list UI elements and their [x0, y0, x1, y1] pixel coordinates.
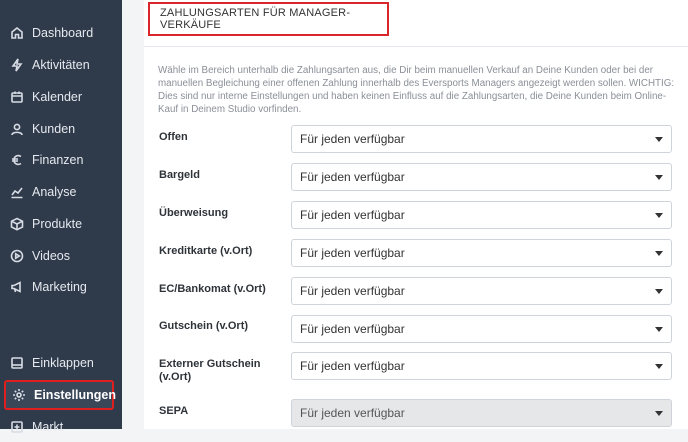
sidebar-item-videos[interactable]: Videos	[0, 241, 122, 271]
select-bargeld[interactable]: Für jeden verfügbar	[291, 163, 672, 191]
sidebar-item-label: Einstellungen	[34, 388, 116, 402]
sidebar: Dashboard Aktivitäten Kalender Kunden Fi…	[0, 0, 122, 434]
sidebar-item-finanzen[interactable]: Finanzen	[0, 145, 122, 175]
play-circle-icon	[10, 249, 24, 263]
gear-icon	[12, 388, 26, 402]
sidebar-item-label: Markt	[32, 420, 64, 434]
sidebar-item-marketing[interactable]: Marketing	[0, 272, 122, 302]
caret-down-icon	[655, 137, 663, 142]
caret-down-icon	[655, 213, 663, 218]
sidebar-item-label: Einklappen	[32, 356, 94, 370]
sidebar-item-label: Produkte	[32, 217, 83, 231]
sidebar-item-einstellungen[interactable]: Einstellungen	[4, 380, 116, 410]
select-value: Für jeden verfügbar	[300, 359, 405, 373]
caret-down-icon	[655, 289, 663, 294]
select-value: Für jeden verfügbar	[300, 132, 405, 146]
select-ueberweisung[interactable]: Für jeden verfügbar	[291, 201, 672, 229]
caret-down-icon	[655, 251, 663, 256]
row-label-offen: Offen	[159, 131, 188, 143]
calendar-icon	[10, 90, 24, 104]
chart-line-icon	[10, 185, 24, 199]
caret-down-icon	[655, 175, 663, 180]
sidebar-item-analyse[interactable]: Analyse	[0, 177, 122, 207]
home-icon	[10, 26, 24, 40]
row-label-gutschein: Gutschein (v.Ort)	[159, 320, 249, 332]
caret-down-icon	[655, 411, 663, 416]
sidebar-item-label: Aktivitäten	[32, 58, 90, 72]
lightning-icon	[10, 58, 24, 72]
sidebar-item-dashboard[interactable]: Dashboard	[0, 18, 122, 48]
plus-square-icon	[10, 420, 24, 434]
select-value: Für jeden verfügbar	[300, 170, 405, 184]
sidebar-item-markt[interactable]: Markt	[0, 412, 122, 442]
sidebar-item-kunden[interactable]: Kunden	[0, 114, 122, 144]
select-gutschein[interactable]: Für jeden verfügbar	[291, 315, 672, 343]
sidebar-item-kalender[interactable]: Kalender	[0, 82, 122, 112]
select-sepa[interactable]: Für jeden verfügbar	[291, 399, 672, 427]
select-value: Für jeden verfügbar	[300, 322, 405, 336]
sidebar-item-label: Kunden	[32, 122, 76, 136]
sidebar-item-label: Dashboard	[32, 26, 94, 40]
collapse-icon	[10, 356, 24, 370]
caret-down-icon	[655, 364, 663, 369]
section-description: Wähle im Bereich unterhalb die Zahlungsa…	[158, 65, 675, 115]
select-offen[interactable]: Für jeden verfügbar	[291, 125, 672, 153]
user-icon	[10, 122, 24, 136]
panel-header: ZAHLUNGSARTEN FÜR MANAGER-VERKÄUFE	[144, 0, 688, 47]
row-label-sepa: SEPA	[159, 405, 189, 417]
select-value: Für jeden verfügbar	[300, 208, 405, 222]
row-label-ec-bankomat: EC/Bankomat (v.Ort)	[159, 283, 266, 295]
select-ec-bankomat[interactable]: Für jeden verfügbar	[291, 277, 672, 305]
row-label-externer-gutschein: Externer Gutschein (v.Ort)	[159, 358, 261, 383]
sidebar-item-label: Videos	[32, 249, 70, 263]
sidebar-collapse-button[interactable]: Einklappen	[0, 348, 122, 378]
box-icon	[10, 217, 24, 231]
select-kreditkarte[interactable]: Für jeden verfügbar	[291, 239, 672, 267]
sidebar-item-label: Marketing	[32, 280, 87, 294]
sidebar-item-label: Finanzen	[32, 153, 84, 167]
sidebar-item-label: Kalender	[32, 90, 83, 104]
caret-down-icon	[655, 327, 663, 332]
payment-methods-panel: ZAHLUNGSARTEN FÜR MANAGER-VERKÄUFE Wähle…	[144, 0, 688, 429]
megaphone-icon	[10, 280, 24, 294]
sidebar-item-label: Analyse	[32, 185, 77, 199]
sidebar-item-produkte[interactable]: Produkte	[0, 209, 122, 239]
select-value: Für jeden verfügbar	[300, 406, 405, 420]
row-label-bargeld: Bargeld	[159, 169, 200, 181]
select-value: Für jeden verfügbar	[300, 284, 405, 298]
select-value: Für jeden verfügbar	[300, 246, 405, 260]
row-label-ueberweisung: Überweisung	[159, 207, 229, 219]
row-label-kreditkarte: Kreditkarte (v.Ort)	[159, 245, 253, 257]
select-externer-gutschein[interactable]: Für jeden verfügbar	[291, 352, 672, 380]
euro-icon	[10, 153, 24, 167]
section-title: ZAHLUNGSARTEN FÜR MANAGER-VERKÄUFE	[148, 2, 389, 36]
sidebar-item-aktivitaeten[interactable]: Aktivitäten	[0, 50, 122, 80]
